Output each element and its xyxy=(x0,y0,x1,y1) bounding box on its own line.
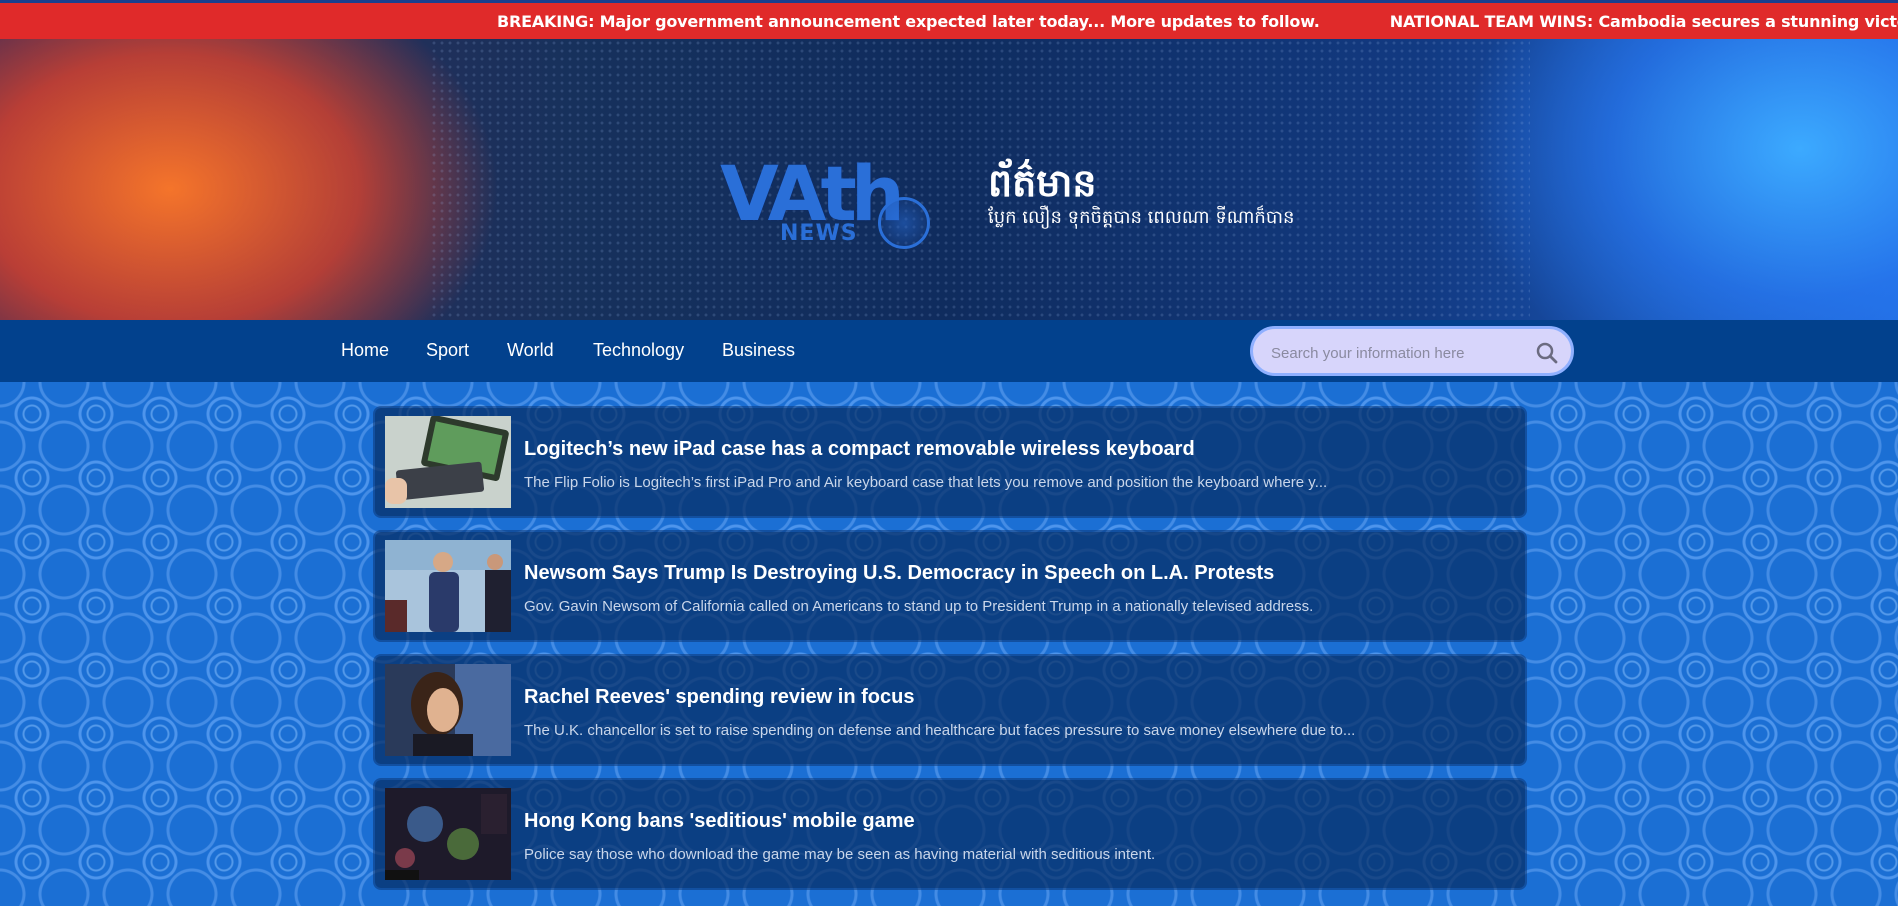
news-description: Police say those who download the game m… xyxy=(524,846,1156,863)
search-icon[interactable] xyxy=(1535,341,1559,365)
news-description: The U.K. chancellor is set to raise spen… xyxy=(524,722,1356,739)
search-input[interactable] xyxy=(1269,341,1533,365)
globe-icon xyxy=(878,197,930,249)
news-card[interactable]: Newsom Says Trump Is Destroying U.S. Dem… xyxy=(375,532,1525,640)
news-card[interactable]: Rachel Reeves' spending review in focus … xyxy=(375,656,1525,764)
nav-world[interactable]: World xyxy=(507,340,554,361)
news-thumbnail[interactable] xyxy=(385,416,511,508)
nav-sport[interactable]: Sport xyxy=(426,340,469,361)
news-card[interactable]: Hong Kong bans 'seditious' mobile game P… xyxy=(375,780,1525,888)
nav-business[interactable]: Business xyxy=(722,340,795,361)
news-card[interactable]: Logitech’s new iPad case has a compact r… xyxy=(375,408,1525,516)
main-nav: Home Sport World Technology Business xyxy=(0,320,1898,382)
site-logo[interactable]: VAth NEWS xyxy=(720,149,940,259)
news-title[interactable]: Rachel Reeves' spending review in focus xyxy=(524,686,914,709)
site-tagline: ប្លែក លឿន ទុកចិត្តបាន ពេលណា ទីណាក៏បាន xyxy=(988,207,1295,228)
nav-technology[interactable]: Technology xyxy=(593,340,684,361)
search-box xyxy=(1250,326,1574,376)
header-banner: VAth NEWS ព័ត៌មាន ប្លែក លឿន ទុកចិត្តបាន … xyxy=(0,39,1898,320)
news-thumbnail[interactable] xyxy=(385,664,511,756)
news-description: Gov. Gavin Newsom of California called o… xyxy=(524,598,1314,615)
news-thumbnail[interactable] xyxy=(385,788,511,880)
breaking-news-ticker: BREAKING: Major government announcement … xyxy=(0,0,1898,39)
news-title[interactable]: Logitech’s new iPad case has a compact r… xyxy=(524,438,1195,461)
news-description: The Flip Folio is Logitech’s first iPad … xyxy=(524,474,1328,491)
world-map-dots xyxy=(430,39,1530,320)
news-title[interactable]: Hong Kong bans 'seditious' mobile game xyxy=(524,810,915,833)
ticker-track: BREAKING: Major government announcement … xyxy=(497,12,1898,31)
logo-subtext: NEWS xyxy=(780,221,858,246)
ticker-item[interactable]: NATIONAL TEAM WINS: Cambodia secures a s… xyxy=(1390,12,1898,31)
news-thumbnail[interactable] xyxy=(385,540,511,632)
ticker-item[interactable]: BREAKING: Major government announcement … xyxy=(497,12,1320,31)
nav-home[interactable]: Home xyxy=(341,340,389,361)
news-title[interactable]: Newsom Says Trump Is Destroying U.S. Dem… xyxy=(524,562,1274,585)
